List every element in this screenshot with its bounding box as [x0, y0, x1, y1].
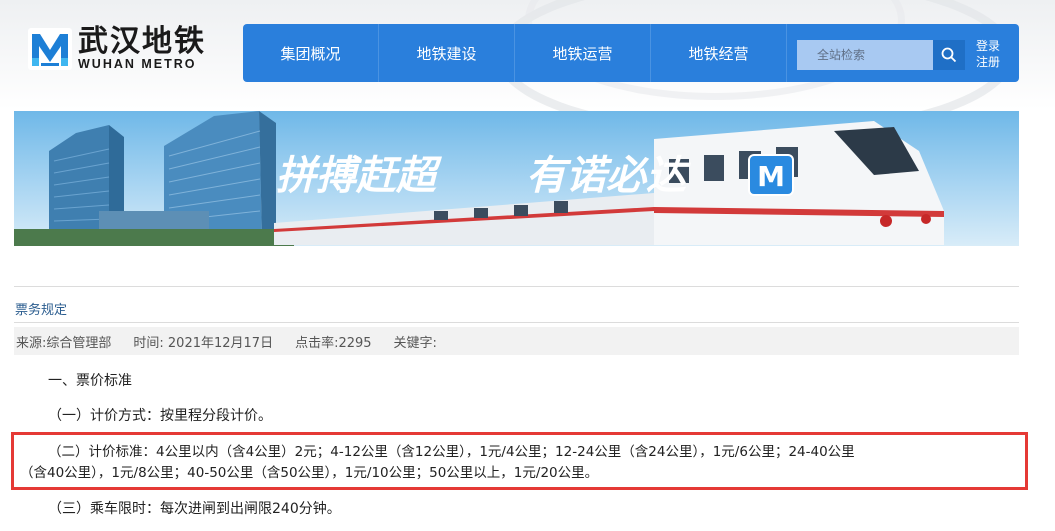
paragraph-pricing-standard-line2: （含40公里），1元/8公里；40-50公里（含50公里），1元/10公里；50…	[20, 465, 599, 481]
article-time: 时间: 2021年12月17日	[133, 335, 274, 351]
login-link[interactable]: 登录	[976, 38, 1000, 54]
nav-item-metro-business[interactable]: 地铁经营	[651, 24, 787, 82]
metro-m-logo-icon	[28, 28, 72, 70]
logo-english-name: WUHAN METRO	[78, 56, 197, 71]
banner-metro-badge-icon: M	[748, 154, 794, 196]
search-button[interactable]	[933, 40, 965, 70]
article-meta-bar: 来源:综合管理部 时间: 2021年12月17日 点击率:2295 关键字:	[14, 327, 1019, 355]
hero-banner: 拼搏赶超 有诺必达 M	[14, 111, 1019, 246]
logo-chinese-name: 武汉地铁	[78, 23, 206, 59]
banner-illustration: 拼搏赶超 有诺必达 M	[14, 111, 944, 246]
nav-item-metro-operation[interactable]: 地铁运营	[515, 24, 651, 82]
breadcrumb-category[interactable]: 票务规定	[15, 299, 67, 318]
article-source: 来源:综合管理部	[16, 335, 112, 351]
main-navigation: 集团概况 地铁建设 地铁运营 地铁经营 登录 注册	[243, 24, 1019, 82]
banner-slogan-right: 有诺必达	[526, 153, 691, 199]
section-heading-fare-standard: 一、票价标准	[48, 373, 132, 389]
paragraph-pricing-method: （一）计价方式：按里程分段计价。	[48, 408, 272, 424]
site-search	[797, 40, 965, 70]
paragraph-ride-time-limit: （三）乘车限时：每次进闸到出闸限240分钟。	[48, 501, 341, 517]
register-link[interactable]: 注册	[976, 54, 1000, 70]
article-keywords: 关键字:	[393, 335, 437, 351]
category-divider	[14, 322, 1019, 323]
search-icon	[941, 47, 957, 63]
banner-slogan-left: 拼搏赶超	[276, 153, 442, 199]
search-input[interactable]	[797, 40, 933, 70]
banner-badge-letter: M	[757, 160, 785, 193]
site-logo[interactable]: 武汉地铁 WUHAN METRO	[28, 26, 206, 72]
auth-links: 登录 注册	[976, 38, 1000, 70]
nav-item-metro-construction[interactable]: 地铁建设	[379, 24, 515, 82]
content-divider	[14, 286, 1019, 287]
nav-item-group-overview[interactable]: 集团概况	[243, 24, 379, 82]
article-clicks: 点击率:2295	[295, 335, 372, 351]
city-buildings-image	[14, 111, 294, 246]
paragraph-pricing-standard-line1: （二）计价标准：4公里以内（含4公里）2元；4-12公里（含12公里），1元/4…	[48, 444, 855, 460]
